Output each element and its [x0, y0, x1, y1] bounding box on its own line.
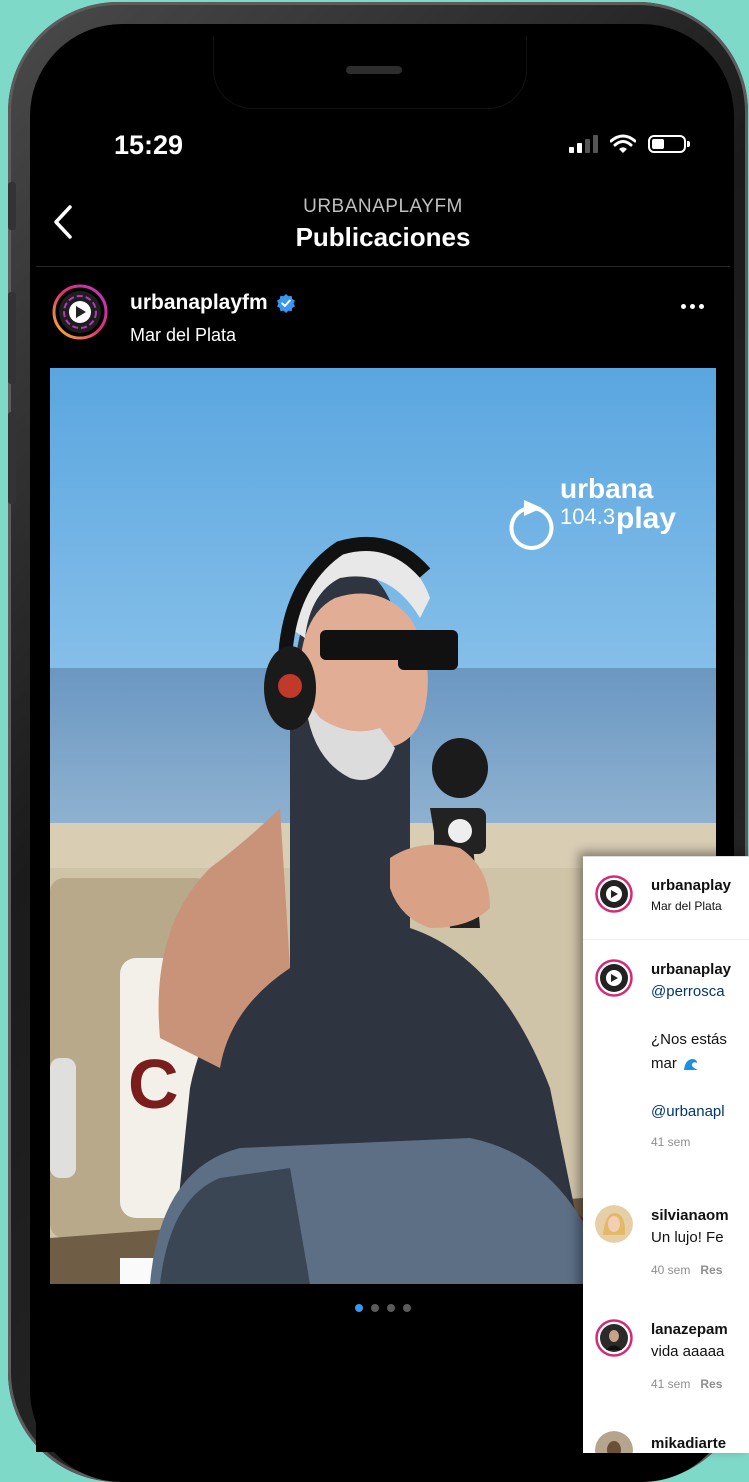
photo-logo-freq: 104.3	[560, 504, 615, 529]
signal-icon	[569, 135, 598, 153]
comment-username[interactable]: mikadiarte	[651, 1435, 726, 1452]
caption-line-2-text: mar	[651, 1055, 677, 1072]
svg-text:C: C	[128, 1045, 179, 1123]
photo-logo-name: urbana	[560, 473, 654, 504]
volume-down-button	[8, 412, 16, 504]
volume-up-button	[8, 292, 16, 384]
reply-button[interactable]: Res	[700, 1263, 722, 1277]
comment-time: 40 sem	[651, 1263, 691, 1277]
post-username[interactable]: urbanaplayfm	[130, 291, 296, 315]
more-options-icon[interactable]	[681, 304, 704, 309]
caption-username[interactable]: urbanaplay	[651, 961, 731, 978]
comments-divider	[583, 939, 749, 940]
comment-avatar[interactable]	[595, 1431, 633, 1453]
comment-text: Un lujo! Fe	[651, 1229, 724, 1246]
caption-mention[interactable]: @perrosca	[651, 983, 725, 1000]
notch	[214, 36, 526, 108]
post-location[interactable]: Mar del Plata	[130, 325, 236, 346]
comment-meta: 40 sem Res	[651, 1263, 722, 1277]
verified-badge-icon	[276, 294, 295, 313]
photo-logo-word: play	[616, 502, 676, 535]
status-icons	[569, 134, 690, 154]
comment-username[interactable]: silvianaom	[651, 1207, 729, 1224]
comment-time: 41 sem	[651, 1377, 691, 1391]
page-title: Publicaciones	[295, 222, 471, 252]
comments-panel: urbanaplay Mar del Plata urbanaplay @per…	[583, 856, 749, 1453]
comment-header-username[interactable]: urbanaplay	[651, 877, 731, 894]
comment-username[interactable]: lanazepam	[651, 1321, 728, 1338]
caption-link[interactable]: @urbanapl	[651, 1103, 725, 1120]
comment-avatar[interactable]	[595, 1319, 633, 1357]
wave-emoji-icon	[683, 1058, 698, 1070]
post-avatar[interactable]	[52, 284, 108, 340]
carousel-dot	[387, 1304, 395, 1312]
earpiece-speaker	[346, 66, 402, 74]
caption-line-1: ¿Nos estás	[651, 1031, 727, 1048]
page-subtitle: URBANAPLAYFM	[303, 196, 463, 217]
status-time: 15:29	[114, 130, 184, 160]
carousel-dot	[403, 1304, 411, 1312]
post-username-text[interactable]: urbanaplayfm	[130, 291, 268, 315]
header-divider	[36, 266, 730, 267]
carousel-dot	[355, 1304, 363, 1312]
carousel-dot	[371, 1304, 379, 1312]
battery-icon	[648, 135, 690, 153]
mute-switch	[8, 182, 16, 230]
comment-header-location[interactable]: Mar del Plata	[651, 899, 722, 913]
comment-header-avatar[interactable]	[595, 875, 633, 913]
comment-meta: 41 sem Res	[651, 1377, 722, 1391]
caption-avatar[interactable]	[595, 959, 633, 997]
caption-line-2: mar	[651, 1055, 699, 1072]
comment-text: vida aaaaa	[651, 1343, 725, 1360]
wifi-icon	[610, 134, 636, 153]
caption-time: 41 sem	[651, 1135, 691, 1149]
reply-button[interactable]: Res	[700, 1377, 722, 1391]
comment-avatar[interactable]	[595, 1205, 633, 1243]
